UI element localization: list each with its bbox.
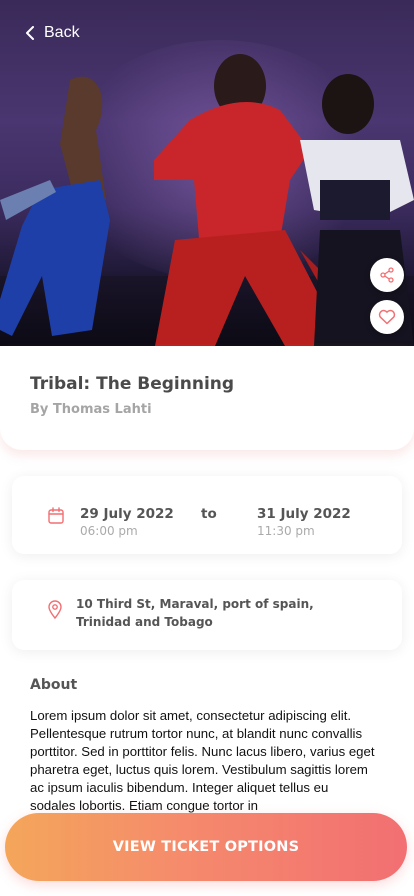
start-date: 29 July 2022 xyxy=(80,506,174,522)
share-button[interactable] xyxy=(370,258,404,292)
event-author: By Thomas Lahti xyxy=(30,402,152,417)
heart-icon xyxy=(378,309,396,325)
end-datetime: 31 July 2022 11:30 pm xyxy=(257,506,351,538)
date-separator: to xyxy=(201,506,217,522)
share-icon xyxy=(380,267,394,283)
event-address: 10 Third St, Maraval, port of spain, Tri… xyxy=(76,597,314,629)
about-heading: About xyxy=(30,677,78,693)
map-pin-icon xyxy=(48,600,62,619)
back-button[interactable]: Back xyxy=(24,24,80,42)
favorite-button[interactable] xyxy=(370,300,404,334)
event-dates-card: 29 July 2022 06:00 pm to 31 July 2022 11… xyxy=(12,476,402,554)
hero-dancers-illustration xyxy=(0,54,414,346)
view-ticket-options-button[interactable]: VIEW TICKET OPTIONS xyxy=(5,813,407,881)
dancer-left xyxy=(0,76,110,336)
chevron-left-icon xyxy=(26,26,34,40)
event-title: Tribal: The Beginning xyxy=(30,374,235,394)
event-location-card[interactable]: 10 Third St, Maraval, port of spain, Tri… xyxy=(12,580,402,650)
start-time: 06:00 pm xyxy=(80,524,138,538)
end-date: 31 July 2022 xyxy=(257,506,351,522)
hero-image: Back xyxy=(0,0,414,346)
back-label: Back xyxy=(44,24,80,41)
cta-label: VIEW TICKET OPTIONS xyxy=(112,839,300,855)
event-title-card: Tribal: The Beginning By Thomas Lahti xyxy=(0,346,414,450)
about-description: Lorem ipsum dolor sit amet, consectetur … xyxy=(30,708,375,813)
end-time: 11:30 pm xyxy=(257,524,315,538)
start-datetime: 29 July 2022 06:00 pm xyxy=(80,506,174,538)
calendar-icon xyxy=(48,507,64,524)
